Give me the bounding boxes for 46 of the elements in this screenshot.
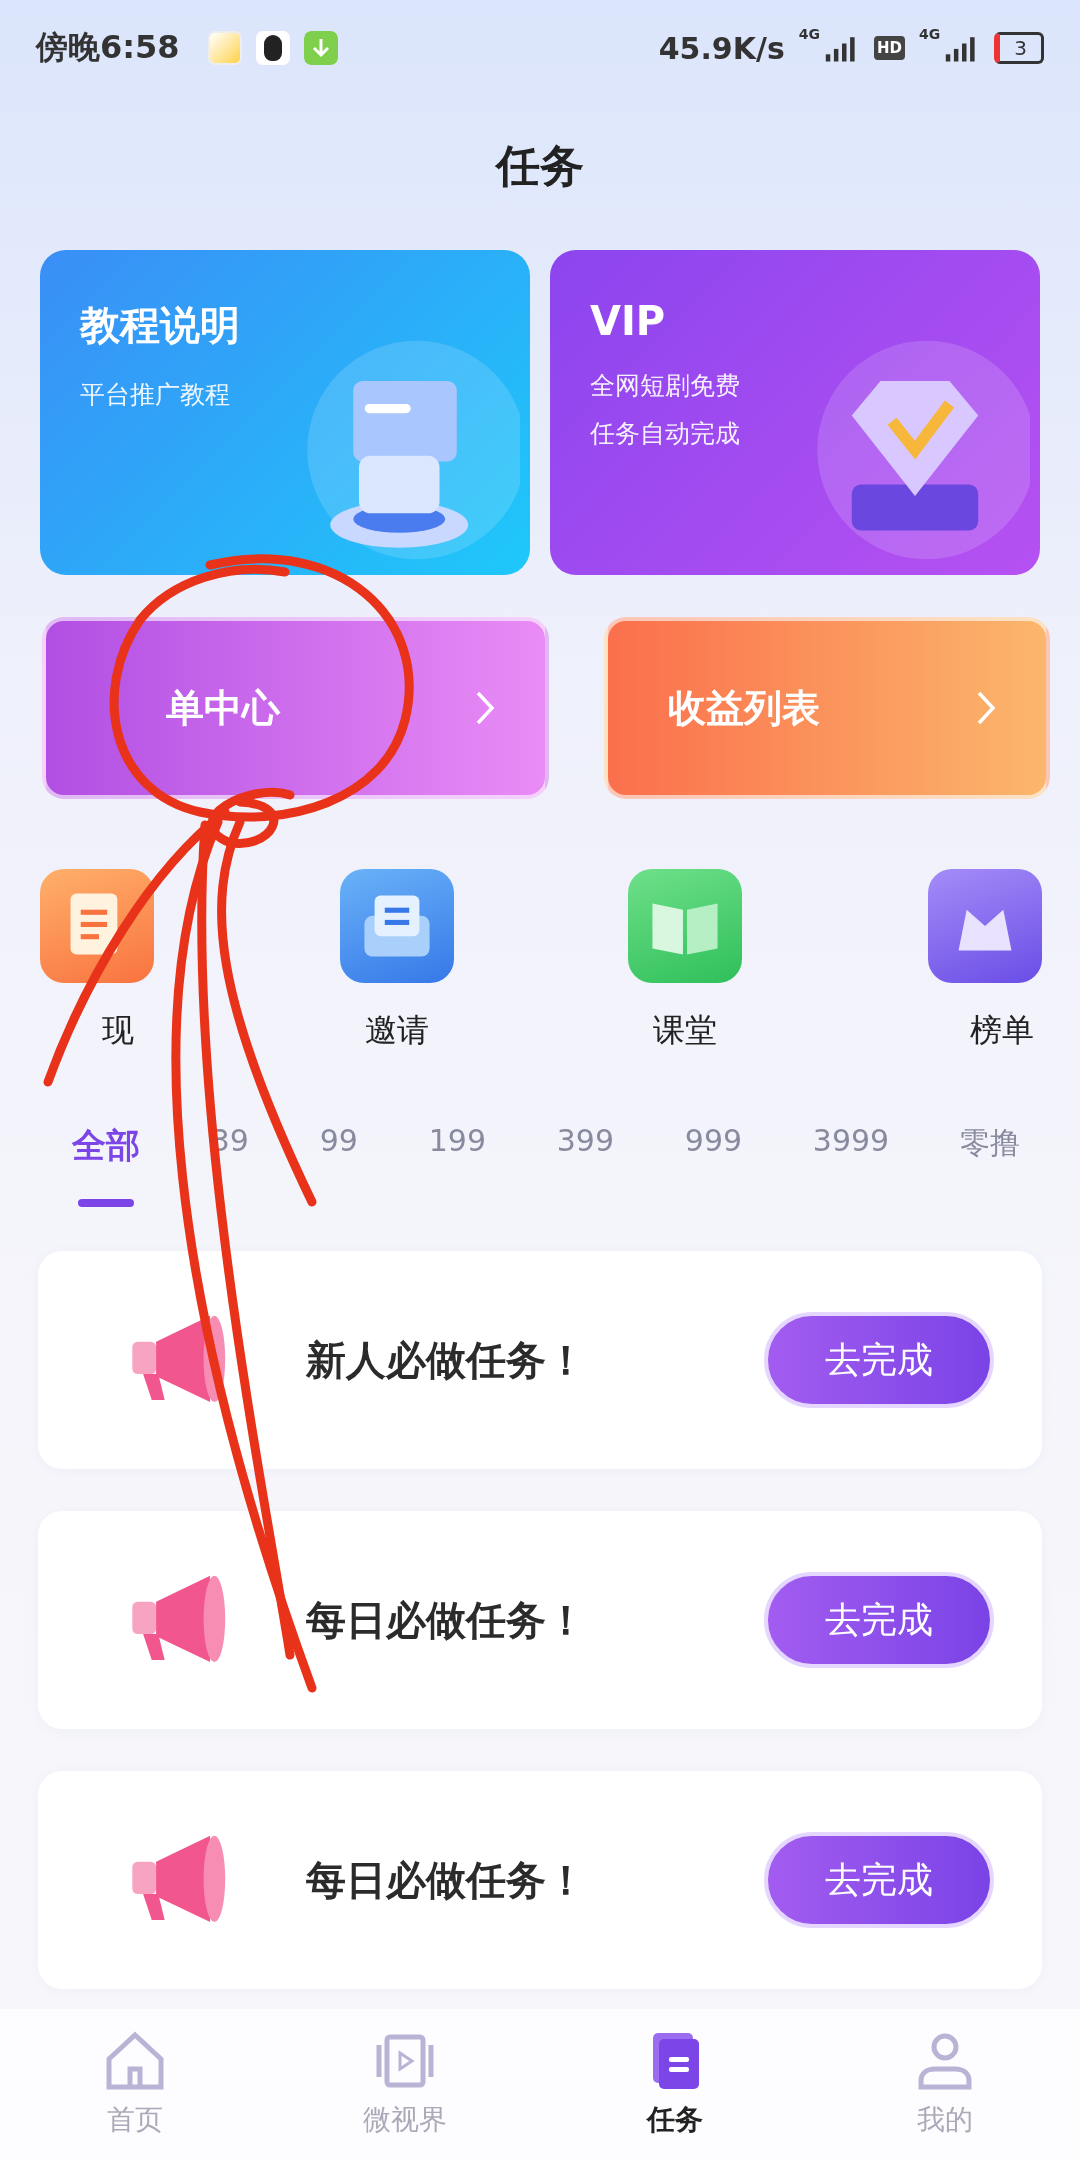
menu-card[interactable]: 收益列表 [603,617,1050,799]
task-title: 每日必做任务！ [306,1595,587,1645]
filter-tab[interactable]: 零撸 [960,1123,1020,1211]
download-icon [303,31,338,65]
shortcut-icon[interactable] [40,869,154,983]
nav-item[interactable]: 任务 [540,2029,810,2139]
chevron-right-icon [976,690,996,726]
shortcut-label: 邀请 [365,1010,430,1051]
page-title: 任务 [494,139,585,193]
nav-item[interactable]: 我的 [810,2029,1080,2139]
promo-title: VIP [590,298,667,344]
filter-tab[interactable]: 3999 [812,1123,890,1211]
chevron-right-icon [474,690,495,726]
filter-tab[interactable]: 199 [428,1123,486,1211]
promo-subtitle: 全网短剧免费 [590,370,741,402]
promo-subtitle: 任务自动完成 [590,418,741,450]
network-speed: 45.9K/s [658,30,785,66]
menu-card-label: 单中心 [166,684,280,732]
task-title: 每日必做任务！ [306,1855,587,1905]
network-type: 4G [919,26,941,42]
shortcut-label: 榜单 [970,1010,1035,1051]
menu-card[interactable]: 单中心 [42,617,549,799]
hd-badge: HD [874,36,906,60]
complete-button[interactable]: 去完成 [764,1312,994,1408]
battery-indicator: 3 [994,32,1044,64]
filter-tab[interactable]: 999 [684,1123,743,1211]
promo-card[interactable]: 教程说明 平台推广教程 [40,250,530,575]
shortcut-label: 课堂 [652,1010,717,1051]
status-time: 傍晚6:58 [36,27,180,68]
menu-card-label: 收益列表 [667,684,820,732]
promo-subtitle: 平台推广教程 [80,379,231,411]
nav-item[interactable]: 首页 [0,2029,270,2139]
shortcut-icon[interactable] [627,869,742,983]
filter-tab[interactable]: 全部 [72,1123,140,1211]
filter-tab[interactable]: 99 [319,1123,358,1211]
shortcut-icon[interactable] [928,869,1042,983]
shortcut-label: 现 [101,1010,134,1051]
filter-tab[interactable]: 399 [556,1123,615,1211]
complete-button[interactable]: 去完成 [764,1572,994,1668]
nav-item[interactable]: 微视界 [270,2029,540,2139]
shortcut-icon[interactable] [340,869,455,983]
complete-button[interactable]: 去完成 [764,1832,994,1928]
task-title: 新人必做任务！ [306,1335,587,1385]
promo-title: 教程说明 [80,301,241,350]
network-type: 4G [798,26,820,42]
promo-card[interactable]: VIP 全网短剧免费 任务自动完成 [550,250,1040,575]
